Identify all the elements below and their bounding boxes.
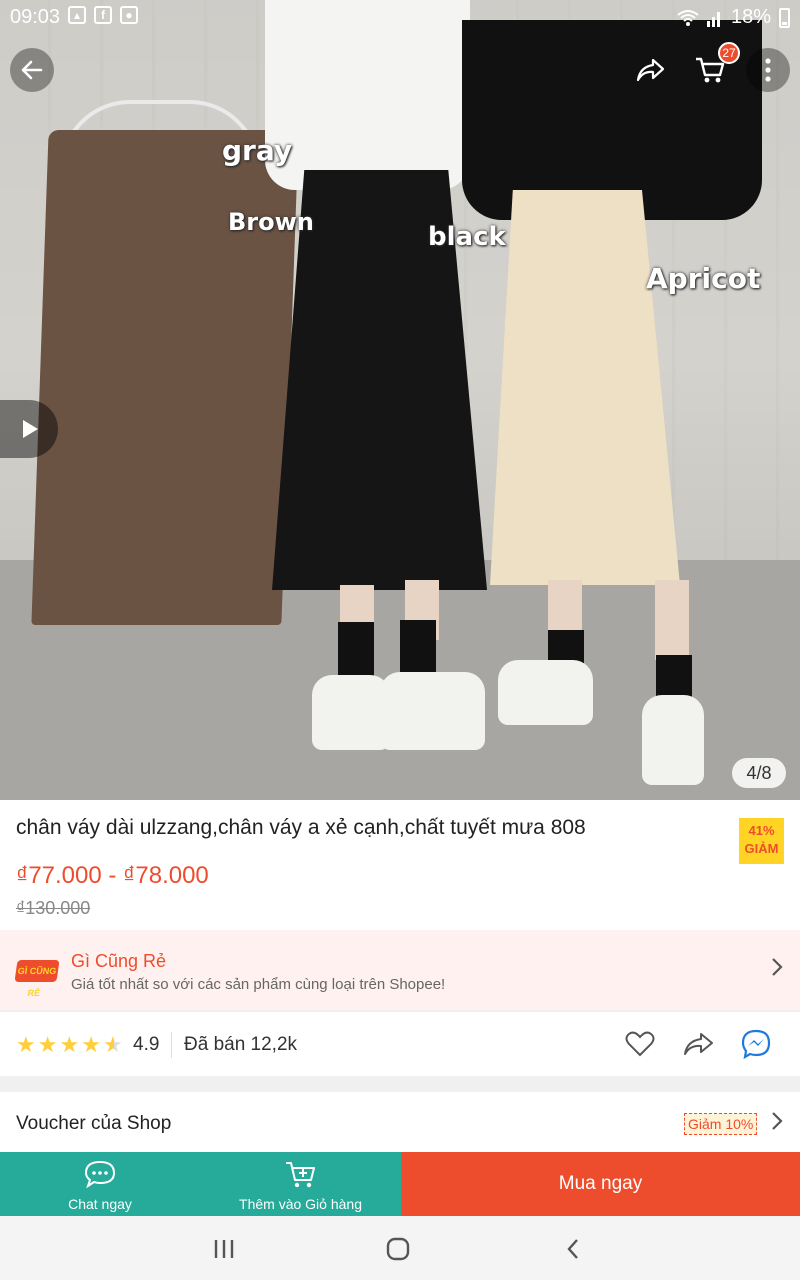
buy-now-button[interactable]: Mua ngay bbox=[401, 1152, 800, 1216]
screen: gray Brown black Apricot 4/8 09:03 ▴ f ● bbox=[0, 0, 800, 1280]
rating-stars: ★ ★ ★ ★ ★ bbox=[16, 1032, 123, 1058]
share-button[interactable] bbox=[680, 1026, 716, 1062]
share-top-button[interactable] bbox=[628, 48, 672, 92]
leg bbox=[655, 580, 689, 660]
product-info: chân váy dài ulzzang,chân váy a xẻ cạnh,… bbox=[0, 800, 800, 930]
play-video-button[interactable] bbox=[0, 400, 58, 458]
star-icon: ★ bbox=[37, 1032, 58, 1057]
status-right: 18% bbox=[677, 6, 790, 29]
voucher-tag: Giảm 10% bbox=[684, 1113, 758, 1135]
chevron-right-icon bbox=[770, 1110, 784, 1138]
add-cart-icon bbox=[200, 1160, 401, 1190]
star-icon: ★ bbox=[16, 1032, 36, 1057]
like-button[interactable] bbox=[622, 1026, 658, 1062]
back-button[interactable] bbox=[10, 48, 54, 92]
add-to-cart-button[interactable]: Thêm vào Giỏ hàng bbox=[200, 1152, 401, 1216]
label-black: black bbox=[428, 222, 506, 252]
discount-badge: 41% GIẢM bbox=[739, 818, 784, 864]
chat-now-button[interactable]: Chat ngay bbox=[0, 1152, 200, 1216]
discount-label: GIẢM bbox=[744, 841, 779, 856]
recents-icon bbox=[214, 1240, 234, 1258]
voucher-label: Voucher của Shop bbox=[16, 1113, 172, 1134]
sneaker bbox=[380, 672, 485, 750]
image-counter: 4/8 bbox=[732, 758, 786, 788]
back-chevron-icon bbox=[567, 1239, 578, 1259]
more-options-button[interactable] bbox=[746, 48, 790, 92]
promo-subtitle: Giá tốt nhất so với các sản phẩm cùng lo… bbox=[71, 976, 446, 993]
original-price: ₫130.000 bbox=[16, 898, 91, 918]
back-nav-button[interactable] bbox=[553, 1234, 593, 1264]
product-title: chân váy dài ulzzang,chân váy a xẻ cạnh,… bbox=[16, 816, 586, 839]
gallery-icon: ▴ bbox=[68, 6, 86, 24]
messenger-icon bbox=[741, 1029, 771, 1060]
recent-apps-button[interactable] bbox=[204, 1234, 244, 1264]
label-gray: gray bbox=[222, 134, 293, 167]
add-to-cart-label: Thêm vào Giỏ hàng bbox=[239, 1196, 362, 1212]
arrow-left-icon bbox=[21, 60, 43, 80]
discount-percent: 41% bbox=[748, 823, 775, 838]
chat-now-label: Chat ngay bbox=[68, 1196, 132, 1212]
facebook-icon: f bbox=[94, 6, 112, 24]
status-notification-icons: ▴ f ● bbox=[68, 6, 138, 24]
cart-count-badge: 27 bbox=[718, 42, 740, 64]
rating-row: ★ ★ ★ ★ ★ 4.9 Đã bán 12,2k bbox=[0, 1012, 800, 1076]
camera-icon: ● bbox=[120, 6, 138, 24]
star-icon: ★ bbox=[81, 1032, 101, 1057]
star-icon: ★ bbox=[59, 1032, 80, 1057]
home-button[interactable] bbox=[378, 1234, 418, 1264]
battery-percent: 18% bbox=[730, 6, 771, 28]
sock bbox=[400, 620, 436, 680]
more-vertical-icon bbox=[765, 58, 771, 82]
wifi-icon bbox=[677, 9, 699, 26]
chevron-right-icon bbox=[770, 956, 784, 985]
status-time: 09:03 bbox=[10, 6, 61, 28]
cart-button[interactable]: 27 bbox=[688, 42, 740, 92]
sneaker bbox=[642, 695, 704, 785]
status-bar: 09:03 ▴ f ● 18% bbox=[0, 0, 800, 34]
messenger-button[interactable] bbox=[738, 1026, 774, 1062]
signal-icon bbox=[706, 11, 720, 27]
battery-icon bbox=[779, 7, 790, 28]
sock bbox=[338, 622, 374, 682]
promo-title: Gì Cũng Rẻ bbox=[71, 951, 167, 971]
leg bbox=[548, 580, 582, 635]
share-icon bbox=[636, 58, 665, 82]
heart-icon bbox=[625, 1031, 655, 1057]
sold-count: Đã bán 12,2k bbox=[184, 1034, 298, 1055]
product-image[interactable]: gray Brown black Apricot 4/8 bbox=[0, 0, 800, 800]
sneaker bbox=[498, 660, 593, 725]
sneaker bbox=[312, 675, 390, 750]
label-apricot: Apricot bbox=[646, 262, 761, 295]
home-icon bbox=[386, 1237, 410, 1261]
label-brown: Brown bbox=[228, 208, 314, 236]
bottom-action-bar: Chat ngay Thêm vào Giỏ hàng Mua ngay bbox=[0, 1152, 800, 1216]
play-icon bbox=[23, 420, 38, 438]
chat-icon bbox=[0, 1160, 200, 1188]
half-star-icon: ★ bbox=[102, 1032, 123, 1057]
share-icon bbox=[684, 1033, 713, 1055]
brown-skirt bbox=[31, 130, 299, 625]
cheap-promo-banner[interactable]: GÌ CŨNG RẺ Gì Cũng Rẻ Giá tốt nhất so vớ… bbox=[0, 930, 800, 1010]
shop-voucher-row[interactable]: Voucher của Shop Giảm 10% bbox=[0, 1092, 800, 1154]
promo-logo: GÌ CŨNG RẺ bbox=[14, 960, 60, 998]
system-navigation-bar bbox=[0, 1216, 800, 1280]
divider bbox=[171, 1032, 172, 1058]
product-price: ₫77.000 - ₫78.000 bbox=[16, 862, 209, 889]
rating-value: 4.9 bbox=[133, 1034, 160, 1055]
